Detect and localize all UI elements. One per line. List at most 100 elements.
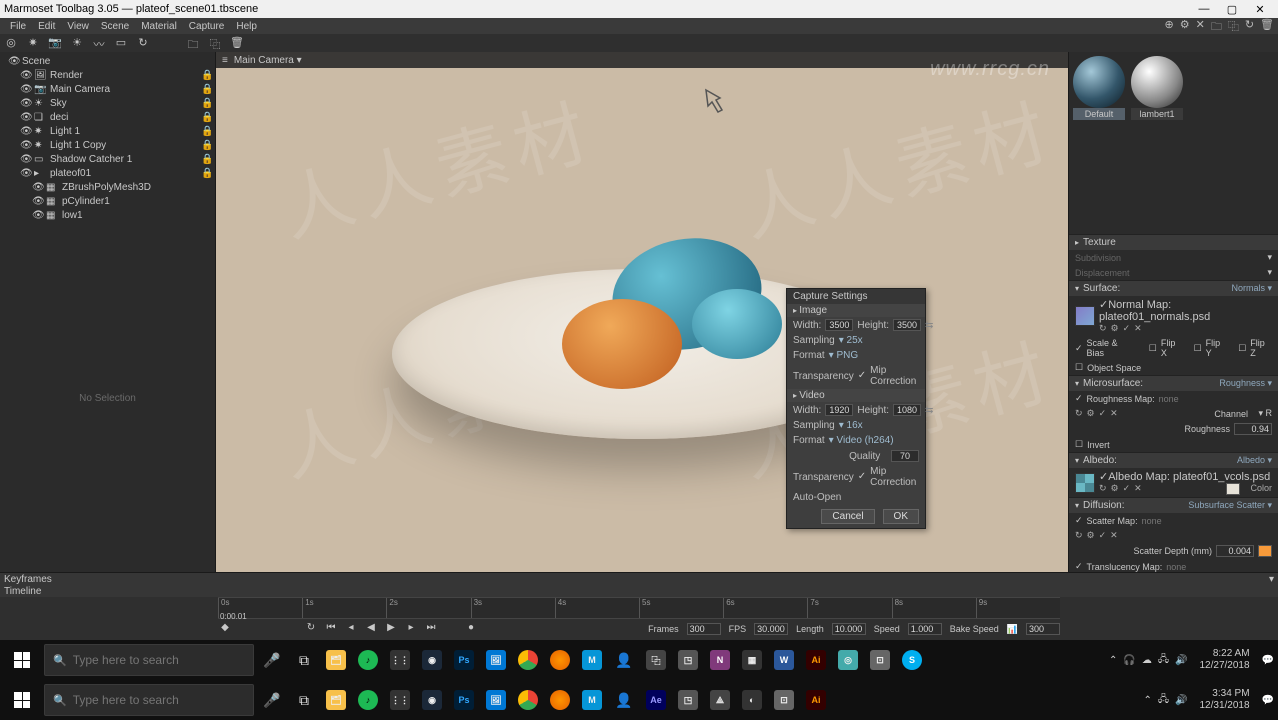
people-icon[interactable]: 👤 [610, 644, 638, 676]
frames-input[interactable] [687, 623, 721, 635]
gear-icon[interactable]: ⚙ [1087, 408, 1095, 419]
spotify-icon[interactable]: ♪ [354, 684, 382, 716]
subdiv-dropdown[interactable]: ▾ [1267, 252, 1272, 263]
folder2-icon[interactable]: 🗀 [1211, 18, 1222, 37]
bake-graph-icon[interactable]: 📊 [1007, 624, 1018, 635]
goto-end-icon[interactable]: ⏭ [424, 622, 438, 636]
record-icon[interactable]: ● [464, 622, 478, 636]
menu-help[interactable]: Help [230, 21, 263, 32]
add-sky-icon[interactable]: ☀ [70, 36, 84, 50]
scene-node-light1c[interactable]: 👁✷Light 1 Copy🔒 [2, 138, 213, 152]
visibility-icon[interactable]: 👁 [20, 140, 32, 150]
scene-node-plateof01[interactable]: 👁▸plateof01🔒 [2, 166, 213, 180]
clear-icon[interactable]: ✕ [1134, 483, 1142, 495]
scene-tree[interactable]: 👁 Scene 👁🖼Render🔒 👁📷Main Camera🔒 👁☀Sky🔒 … [0, 52, 215, 224]
image-mip-checkbox[interactable]: ✓ [858, 371, 866, 381]
roughness-input[interactable] [1234, 423, 1272, 435]
visibility-icon[interactable]: 👁 [20, 70, 32, 80]
scene-node-light1[interactable]: 👁✷Light 1🔒 [2, 124, 213, 138]
tray-expand-icon[interactable]: ⌃ [1109, 655, 1117, 666]
cortana-mic-icon[interactable]: 🎤 [258, 644, 286, 676]
scene-node-zbrush[interactable]: 👁▦ZBrushPolyMesh3D [2, 180, 213, 194]
surface-section-header[interactable]: ▾Surface:Normals ▾ [1069, 280, 1278, 296]
refresh-icon[interactable]: ↻ [1245, 18, 1254, 37]
viewport[interactable]: ≡ Main Camera ▾ www.rrcg.cn 人人素材 人人素材 人人… [216, 52, 1068, 572]
viewport-camera-selector[interactable]: Main Camera ▾ [234, 55, 302, 66]
app8-icon[interactable]: ◐ [738, 684, 766, 716]
visibility-icon[interactable]: 👁 [20, 84, 32, 94]
bake-input[interactable] [1026, 623, 1060, 635]
word-icon[interactable]: W [770, 644, 798, 676]
image-height-input[interactable] [893, 319, 921, 331]
illustrator-icon[interactable]: Ai [802, 684, 830, 716]
menu-view[interactable]: View [61, 21, 95, 32]
visibility-icon[interactable]: 👁 [32, 210, 44, 220]
visibility-icon[interactable]: 👁 [20, 126, 32, 136]
trash-icon[interactable]: 🗑 [1260, 18, 1274, 37]
onenote-icon[interactable]: N [706, 644, 734, 676]
app6-icon[interactable]: ⊡ [866, 644, 894, 676]
add-light-icon[interactable]: ✷ [26, 36, 40, 50]
goto-start-icon[interactable]: ⏮ [324, 622, 338, 636]
image-width-input[interactable] [825, 319, 853, 331]
app3-icon[interactable]: ◳ [674, 644, 702, 676]
play-icon[interactable]: ▶ [384, 622, 398, 636]
clear-icon[interactable]: ✕ [1110, 530, 1118, 541]
chrome-icon[interactable] [514, 684, 542, 716]
scene-node-low1[interactable]: 👁▦low1 [2, 208, 213, 222]
channel-dropdown[interactable]: ▾ R [1258, 408, 1272, 419]
maya-icon[interactable]: M [578, 644, 606, 676]
lock-icon[interactable]: 🔒 [201, 84, 213, 95]
albedo-section-header[interactable]: ▾Albedo:Albedo ▾ [1069, 452, 1278, 468]
app5-icon[interactable]: ◎ [834, 644, 862, 676]
onedrive-icon[interactable]: ☁ [1142, 655, 1152, 666]
menu-edit[interactable]: Edit [32, 21, 61, 32]
visibility-icon[interactable]: 👁 [20, 168, 32, 178]
check-icon[interactable]: ✓ [1123, 323, 1131, 334]
visibility-icon[interactable]: 👁 [20, 98, 32, 108]
check-icon[interactable]: ✓ [1099, 408, 1107, 419]
timeline-ruler[interactable]: 0:00.01 0s1s2s3s4s5s6s7s8s9s [218, 597, 1060, 619]
video-height-input[interactable] [893, 404, 921, 416]
albedo-color-swatch[interactable] [1226, 483, 1240, 495]
texture-section-header[interactable]: ▸Texture [1069, 234, 1278, 250]
add-fog-icon[interactable]: 〰 [92, 36, 106, 50]
people-icon[interactable]: 👤 [610, 684, 638, 716]
reload-icon[interactable]: ↻ [1075, 530, 1083, 541]
gear-icon[interactable]: ⚙ [1111, 323, 1119, 334]
material-lambert-label[interactable]: lambert1 [1131, 108, 1183, 120]
visibility-icon[interactable]: 👁 [32, 182, 44, 192]
flipy-checkbox[interactable]: ☐ [1194, 343, 1202, 354]
app4-icon[interactable]: ▦ [738, 644, 766, 676]
swap-dimensions-icon[interactable]: ⇆ [925, 320, 933, 331]
explorer-icon[interactable]: 🗂 [322, 644, 350, 676]
surface-mode-dropdown[interactable]: Normals ▾ [1231, 283, 1272, 294]
taskbar-clock[interactable]: 8:22 AM12/27/2018 [1193, 648, 1255, 672]
transmap-checkbox[interactable]: ✓ [1075, 561, 1083, 572]
albedo-map-thumb[interactable] [1075, 473, 1095, 493]
app-icon[interactable]: ⋮⋮ [386, 684, 414, 716]
add-turntable-icon[interactable]: ↻ [136, 36, 150, 50]
material-default-label[interactable]: Default [1073, 108, 1125, 120]
reload-icon[interactable]: ↻ [1099, 483, 1107, 495]
target-icon[interactable]: ⊕ [1165, 18, 1174, 37]
disp-dropdown[interactable]: ▾ [1267, 267, 1272, 278]
check-icon[interactable]: ✓ [1099, 530, 1107, 541]
dialog-title[interactable]: Capture Settings [787, 289, 925, 304]
visibility-icon[interactable]: 👁 [20, 154, 32, 164]
menu-scene[interactable]: Scene [95, 21, 135, 32]
task-view-icon[interactable]: ⧉ [290, 644, 318, 676]
scatter-color-swatch[interactable] [1258, 545, 1272, 557]
scatter-depth-input[interactable] [1216, 545, 1254, 557]
app2-icon[interactable]: ⿻ [642, 644, 670, 676]
scene-node-sky[interactable]: 👁☀Sky🔒 [2, 96, 213, 110]
chrome-icon[interactable] [514, 644, 542, 676]
loop-icon[interactable]: ↻ [304, 622, 318, 636]
video-width-input[interactable] [825, 404, 853, 416]
folder-icon[interactable]: 🗀 [186, 36, 200, 50]
photos-icon[interactable]: 🖼 [482, 684, 510, 716]
video-quality-input[interactable] [891, 450, 919, 462]
window-maximize[interactable]: ▢ [1218, 3, 1246, 16]
roughmap-checkbox[interactable]: ✓ [1075, 393, 1083, 404]
app3-icon[interactable]: ◳ [674, 684, 702, 716]
